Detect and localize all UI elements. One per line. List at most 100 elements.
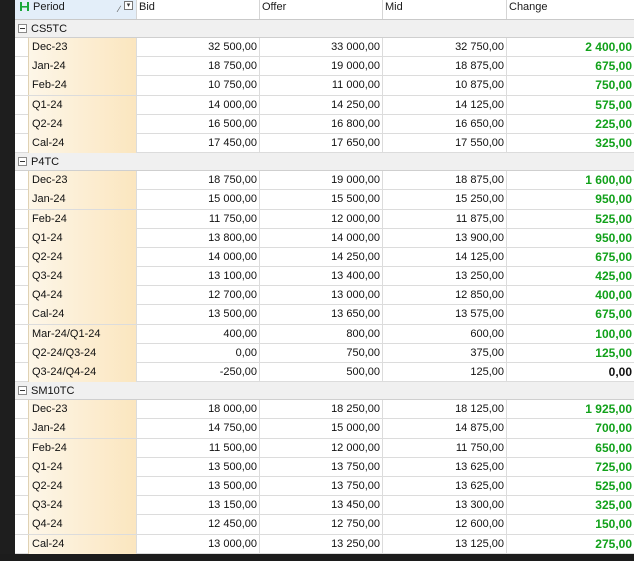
mid-cell[interactable]: 15 250,00 [383,190,507,210]
change-cell[interactable]: 725,00 [507,458,634,477]
change-cell[interactable]: 150,00 [507,515,634,534]
table-row[interactable]: Dec-23 18 000,00 18 250,00 18 125,00 1 925,0… [15,400,634,420]
change-cell[interactable]: 225,00 [507,115,634,134]
offer-cell[interactable]: 12 750,00 [260,515,383,535]
mid-cell[interactable]: 11 750,00 [383,438,507,458]
change-cell[interactable]: 525,00 [507,477,634,496]
offer-cell[interactable]: 14 000,00 [260,228,383,248]
period-cell[interactable]: Q2-24/Q3-24 [28,343,137,363]
offer-cell[interactable]: 11 000,00 [260,76,383,96]
mid-cell[interactable]: 600,00 [383,324,507,344]
period-cell[interactable]: Q3-24 [28,267,137,287]
mid-cell[interactable]: 16 650,00 [383,114,507,134]
period-cell[interactable]: Q2-24 [28,247,137,267]
column-header-bid[interactable]: Bid [137,0,260,19]
offer-cell[interactable]: 500,00 [260,363,383,382]
table-row[interactable]: Dec-23 18 750,00 19 000,00 18 875,00 1 600,0… [15,171,634,191]
mid-cell[interactable]: 12 600,00 [383,515,507,535]
period-cell[interactable]: Feb-24 [28,438,137,458]
table-row[interactable]: Q1-24 13 500,00 13 750,00 13 625,00 725,00 [15,457,634,477]
bid-cell[interactable]: 10 750,00 [137,76,260,96]
offer-cell[interactable]: 33 000,00 [260,38,383,57]
bid-cell[interactable]: 17 450,00 [137,133,260,153]
change-cell[interactable]: 325,00 [507,496,634,515]
column-header-period[interactable]: Period ∕ ▾ [15,0,137,19]
table-row[interactable]: Q3-24/Q4-24 -250,00 500,00 125,00 0,00 [15,363,634,383]
change-cell[interactable]: 275,00 [507,535,634,554]
collapse-group-icon[interactable] [18,386,27,396]
change-cell[interactable]: 325,00 [507,134,634,153]
offer-cell[interactable]: 12 000,00 [260,438,383,458]
offer-cell[interactable]: 14 250,00 [260,95,383,115]
mid-cell[interactable]: 14 875,00 [383,419,507,439]
mid-cell[interactable]: 32 750,00 [383,38,507,57]
bid-cell[interactable]: 13 800,00 [137,228,260,248]
bid-cell[interactable]: 15 000,00 [137,190,260,210]
mid-cell[interactable]: 14 125,00 [383,95,507,115]
bid-cell[interactable]: 13 500,00 [137,457,260,477]
change-cell[interactable]: 750,00 [507,76,634,95]
change-cell[interactable]: 425,00 [507,267,634,286]
mid-cell[interactable]: 18 125,00 [383,400,507,420]
mid-cell[interactable]: 13 625,00 [383,457,507,477]
period-cell[interactable]: Dec-23 [28,171,137,191]
period-cell[interactable]: Jan-24 [28,57,137,77]
period-cell[interactable]: Jan-24 [28,419,137,439]
collapse-group-icon[interactable] [18,24,27,33]
change-cell[interactable]: 575,00 [507,96,634,115]
table-row[interactable]: Q2-24 14 000,00 14 250,00 14 125,00 675,00 [15,247,634,268]
mid-cell[interactable]: 14 125,00 [383,247,507,267]
offer-cell[interactable]: 16 800,00 [260,114,383,134]
period-cell[interactable]: Cal-24 [28,534,137,554]
table-row[interactable]: Q2-24/Q3-24 0,00 750,00 375,00 125,00 [15,343,634,363]
period-cell[interactable]: Q2-24 [28,476,137,496]
bid-cell[interactable]: 11 750,00 [137,209,260,229]
table-row[interactable]: Jan-24 18 750,00 19 000,00 18 875,00 675,00 [15,57,634,77]
bid-cell[interactable]: 11 500,00 [137,438,260,458]
table-row[interactable]: Cal-24 13 000,00 13 250,00 13 125,00 275,00 [15,534,634,554]
change-cell[interactable]: 950,00 [507,229,634,248]
table-row[interactable]: Q1-24 13 800,00 14 000,00 13 900,00 950,00 [15,228,634,248]
bid-cell[interactable]: 13 150,00 [137,496,260,516]
bid-cell[interactable]: 13 500,00 [137,305,260,325]
bid-cell[interactable]: 18 000,00 [137,400,260,420]
sort-icon[interactable]: ∕ [118,2,120,16]
offer-cell[interactable]: 15 000,00 [260,419,383,439]
change-cell[interactable]: 675,00 [507,57,634,76]
mid-cell[interactable]: 11 875,00 [383,209,507,229]
offer-cell[interactable]: 13 750,00 [260,476,383,496]
offer-cell[interactable]: 19 000,00 [260,57,383,77]
bid-cell[interactable]: 13 100,00 [137,267,260,287]
offer-cell[interactable]: 14 250,00 [260,247,383,267]
period-cell[interactable]: Dec-23 [28,400,137,420]
offer-cell[interactable]: 18 250,00 [260,400,383,420]
period-cell[interactable]: Q1-24 [28,457,137,477]
bid-cell[interactable]: 18 750,00 [137,171,260,191]
bid-cell[interactable]: 12 700,00 [137,286,260,306]
column-header-offer[interactable]: Offer [260,0,383,19]
group-row[interactable]: SM10TC [15,382,634,401]
offer-cell[interactable]: 19 000,00 [260,171,383,191]
bid-cell[interactable]: 13 500,00 [137,476,260,496]
mid-cell[interactable]: 13 250,00 [383,267,507,287]
table-row[interactable]: Q2-24 13 500,00 13 750,00 13 625,00 525,00 [15,476,634,497]
mid-cell[interactable]: 18 875,00 [383,57,507,77]
mid-cell[interactable]: 375,00 [383,343,507,363]
table-row[interactable]: Q3-24 13 100,00 13 400,00 13 250,00 425,00 [15,267,634,287]
offer-cell[interactable]: 12 000,00 [260,209,383,229]
change-cell[interactable]: 400,00 [507,286,634,305]
group-row[interactable]: CS5TC [15,20,634,38]
offer-cell[interactable]: 13 400,00 [260,267,383,287]
period-cell[interactable]: Cal-24 [28,133,137,153]
period-cell[interactable]: Q1-24 [28,95,137,115]
bid-cell[interactable]: 13 000,00 [137,534,260,554]
period-cell[interactable]: Q1-24 [28,228,137,248]
offer-cell[interactable]: 13 000,00 [260,286,383,306]
bid-cell[interactable]: -250,00 [137,363,260,382]
mid-cell[interactable]: 13 125,00 [383,534,507,554]
change-cell[interactable]: 675,00 [507,248,634,267]
change-cell[interactable]: 125,00 [507,344,634,363]
period-cell[interactable]: Dec-23 [28,38,137,57]
mid-cell[interactable]: 125,00 [383,363,507,382]
bid-cell[interactable]: 14 000,00 [137,247,260,267]
